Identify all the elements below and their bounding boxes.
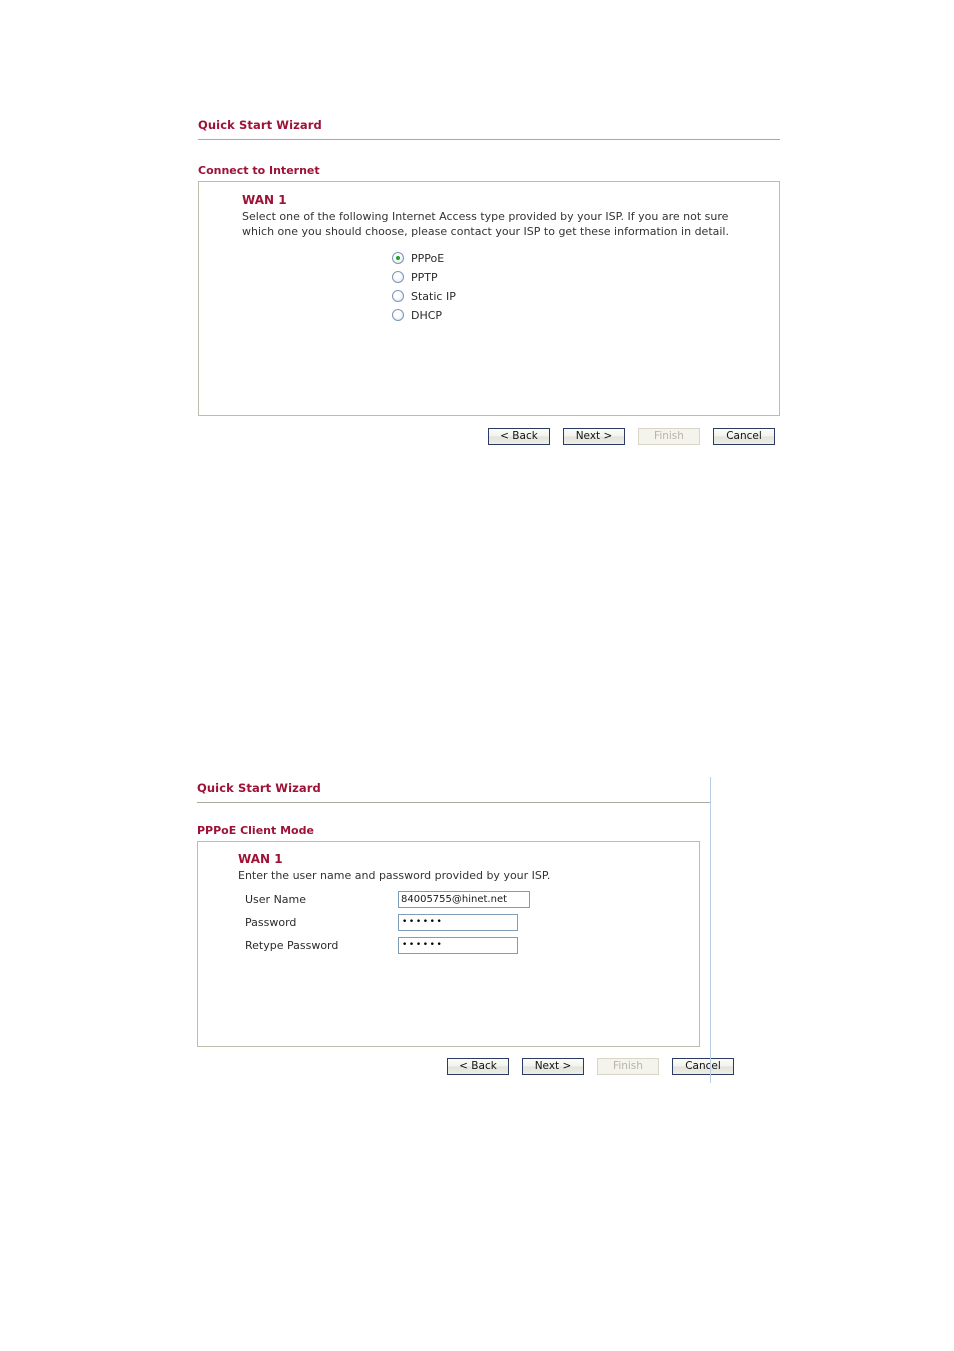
radio-label-dhcp: DHCP (411, 308, 443, 322)
radio-option-static-ip[interactable]: Static IP (392, 287, 779, 305)
form-row-password: Password •••••• (238, 913, 699, 932)
next-button[interactable]: Next > (563, 428, 625, 445)
radio-label-pppoe: PPPoE (411, 251, 445, 265)
radio-label-pptp: PPTP (411, 270, 438, 284)
section-subtitle-pppoe-client-mode: PPPoE Client Mode (197, 824, 314, 837)
page-title: Quick Start Wizard (198, 118, 322, 132)
next-button-2[interactable]: Next > (522, 1058, 584, 1075)
radio-label-static-ip: Static IP (411, 289, 456, 303)
back-button[interactable]: < Back (488, 428, 550, 445)
section-subtitle-connect-to-internet: Connect to Internet (198, 164, 320, 177)
radio-icon-pppoe[interactable] (392, 252, 404, 264)
cancel-button[interactable]: Cancel (713, 428, 775, 445)
pppoe-credentials-form: User Name Password •••••• Retype Passwor… (238, 890, 699, 955)
label-user-name: User Name (245, 892, 307, 906)
finish-button-2: Finish (597, 1058, 659, 1075)
radio-icon-dhcp[interactable] (392, 309, 404, 321)
quick-start-wizard-step-pppoe-client-mode: Quick Start Wizard PPPoE Client Mode WAN… (197, 781, 734, 1075)
radio-option-pptp[interactable]: PPTP (392, 268, 779, 286)
form-row-user-name: User Name (238, 890, 699, 909)
cancel-button-2[interactable]: Cancel (672, 1058, 734, 1075)
label-password: Password (245, 915, 297, 929)
label-retype-password: Retype Password (245, 938, 339, 952)
finish-button: Finish (638, 428, 700, 445)
back-button-2[interactable]: < Back (447, 1058, 509, 1075)
user-name-input[interactable] (398, 890, 530, 908)
wan-1-heading: WAN 1 (242, 193, 287, 207)
wizard-button-bar-step2: < Back Next > Finish Cancel (197, 1058, 734, 1075)
radio-option-dhcp[interactable]: DHCP (392, 306, 779, 324)
retype-password-input[interactable]: •••••• (398, 936, 518, 954)
connect-to-internet-panel: WAN 1 Select one of the following Intern… (198, 181, 780, 416)
page-divider-line (710, 777, 711, 1083)
pppoe-description: Enter the user name and password provide… (238, 869, 551, 882)
password-input[interactable]: •••••• (398, 913, 518, 931)
radio-icon-static-ip[interactable] (392, 290, 404, 302)
form-row-retype-password: Retype Password •••••• (238, 936, 699, 955)
wan-1-heading-2: WAN 1 (238, 852, 283, 866)
radio-option-pppoe[interactable]: PPPoE (392, 249, 779, 267)
radio-icon-pptp[interactable] (392, 271, 404, 283)
internet-access-description: Select one of the following Internet Acc… (242, 210, 729, 238)
pppoe-client-mode-panel: WAN 1 Enter the user name and password p… (197, 841, 700, 1047)
quick-start-wizard-step-connect-to-internet: Quick Start Wizard Connect to Internet W… (198, 118, 780, 445)
page-title-2: Quick Start Wizard (197, 781, 321, 795)
wizard-button-bar-step1: < Back Next > Finish Cancel (198, 428, 780, 445)
internet-access-type-radio-group: PPPoE PPTP Static IP DHCP (242, 249, 779, 324)
